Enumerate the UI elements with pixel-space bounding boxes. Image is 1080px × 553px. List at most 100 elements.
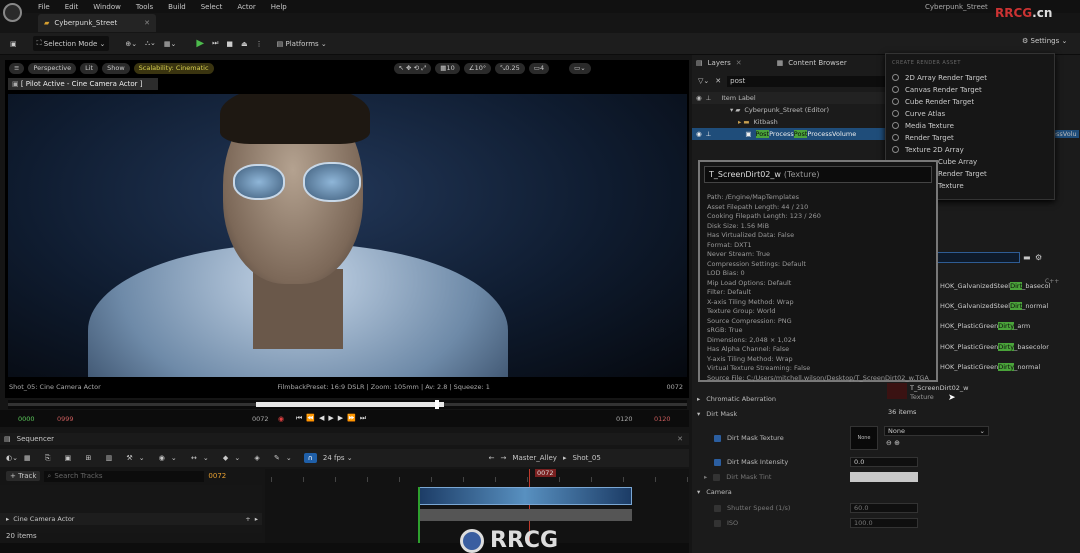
shot-clip-lower[interactable] bbox=[418, 509, 632, 521]
menu-edit[interactable]: Edit bbox=[65, 3, 79, 11]
close-icon[interactable]: ✕ bbox=[144, 19, 150, 27]
blueprint-icon[interactable]: ⛬⌄ bbox=[141, 36, 160, 51]
iso-field[interactable]: 100.0 bbox=[850, 518, 918, 528]
asset-actions-icons[interactable]: ⊖ ⊕ bbox=[886, 439, 900, 447]
snap-icon[interactable]: ∩ bbox=[303, 453, 317, 463]
menu-help[interactable]: Help bbox=[271, 3, 287, 11]
asset-row[interactable]: HOK_GalvanizedSteelDirt_basecol bbox=[940, 282, 1050, 290]
shutter-row[interactable]: Shutter Speed (1/s) bbox=[714, 502, 790, 514]
dm-intensity-field[interactable]: 0.0 bbox=[850, 457, 918, 467]
angle-snap-button[interactable]: ∠ 10° bbox=[463, 62, 492, 74]
folder-filter-icon[interactable]: ▬ bbox=[1023, 253, 1031, 262]
pin-icon[interactable]: ⊥ bbox=[706, 94, 712, 102]
pin-icon[interactable]: ⊥ bbox=[706, 130, 712, 138]
dm-texture-dropdown[interactable]: None ⌄ bbox=[884, 426, 989, 436]
play-icon[interactable]: ▶ bbox=[192, 36, 208, 51]
close-icon[interactable]: ✕ bbox=[677, 435, 683, 443]
search-tracks-input[interactable]: ⌕ Search Tracks bbox=[44, 470, 205, 482]
save-icon[interactable]: ▣ bbox=[6, 36, 21, 51]
transport-controls[interactable]: ⏮⏪◀▶▶⏩⏭ bbox=[296, 414, 370, 423]
filter-icon[interactable]: ▽⌄ bbox=[698, 77, 709, 85]
outliner-search-input[interactable]: post bbox=[727, 75, 887, 87]
menu-item-render-target[interactable]: Render Target bbox=[892, 132, 954, 143]
camera-section[interactable]: ▾ Camera bbox=[697, 486, 732, 498]
shot-clip[interactable] bbox=[418, 487, 632, 505]
level-tab[interactable]: ▰ Cyberpunk_Street ✕ bbox=[38, 14, 156, 32]
menu-select[interactable]: Select bbox=[201, 3, 223, 11]
iso-checkbox[interactable] bbox=[714, 519, 721, 527]
dm-intensity-checkbox[interactable] bbox=[714, 458, 721, 466]
shot-breadcrumb[interactable]: Shot_05 bbox=[572, 454, 600, 462]
start-frame[interactable]: 0000 bbox=[18, 415, 35, 423]
platforms-dropdown[interactable]: ▤ Platforms ⌄ bbox=[273, 36, 331, 51]
sequencer-tool-icons[interactable]: ▦ ⎘ ▣ ⊞ ▥ ⚒⌄ ◉⌄ ↔⌄ ◆⌄ ◈ ✎⌄ bbox=[24, 454, 298, 463]
show-button[interactable]: Show bbox=[102, 62, 130, 74]
start-frame-2[interactable]: 0999 bbox=[57, 415, 74, 423]
menu-item-curve-atlas[interactable]: Curve Atlas bbox=[892, 108, 945, 119]
eject-icon[interactable]: ⏏ bbox=[237, 36, 252, 51]
playback-range-bar[interactable] bbox=[8, 400, 687, 409]
asset-row[interactable]: HOK_PlasticGreenDirty_normal bbox=[940, 363, 1040, 371]
step-icon[interactable]: ⏭ bbox=[208, 36, 222, 51]
grid-snap-button[interactable]: ▦ 10 bbox=[435, 62, 460, 74]
cinematics-icon[interactable]: ▦⌄ bbox=[160, 36, 180, 51]
menu-file[interactable]: File bbox=[38, 3, 50, 11]
add-icon[interactable]: + bbox=[245, 515, 250, 523]
settings-button[interactable]: ⚙ Settings ⌄ bbox=[1022, 37, 1067, 45]
expand-icon[interactable]: ▸ bbox=[6, 515, 9, 523]
close-icon[interactable]: ✕ bbox=[736, 59, 742, 67]
asset-search-bar[interactable] bbox=[935, 252, 1020, 263]
fps-dropdown[interactable]: 24 fps ⌄ bbox=[323, 454, 353, 462]
menu-build[interactable]: Build bbox=[168, 3, 186, 11]
menu-item-2d-array-rt[interactable]: 2D Array Render Target bbox=[892, 72, 987, 83]
add-content-icon[interactable]: ⊕⌄ bbox=[121, 36, 141, 51]
menu-item-media-texture[interactable]: Media Texture bbox=[892, 120, 954, 131]
perspective-button[interactable]: Perspective bbox=[28, 62, 77, 74]
scale-snap-button[interactable]: ⤡ 0.25 bbox=[495, 62, 525, 74]
track-frame[interactable]: 0072 bbox=[208, 472, 226, 480]
scalability-badge[interactable]: Scalability: Cinematic bbox=[133, 62, 214, 74]
sequencer-tab[interactable]: ▤ Sequencer ✕ bbox=[0, 433, 689, 445]
master-breadcrumb[interactable]: Master_Alley bbox=[512, 454, 557, 462]
clear-search-icon[interactable]: ✕ bbox=[715, 77, 721, 85]
dm-texture-thumb[interactable]: None bbox=[850, 426, 878, 450]
dm-tint-swatch[interactable] bbox=[850, 472, 918, 482]
menu-item-texture-2d-array[interactable]: Texture 2D Array bbox=[892, 144, 964, 155]
menu-item-render-target-2[interactable]: Render Target bbox=[938, 168, 987, 179]
lit-button[interactable]: Lit bbox=[80, 62, 99, 74]
menu-item-cube-array[interactable]: Cube Array bbox=[938, 156, 977, 167]
current-frame[interactable]: 0072 bbox=[252, 415, 269, 423]
outliner-row-level[interactable]: ▾ ▰ Cyberpunk_Street (Editor) bbox=[692, 104, 885, 116]
dm-tint-row[interactable]: ▸ Dirt Mask Tint bbox=[704, 471, 771, 483]
menu-item-canvas-rt[interactable]: Canvas Render Target bbox=[892, 84, 982, 95]
settings-small-icon[interactable]: ⚙ bbox=[1035, 253, 1042, 262]
end-frame[interactable]: 0120 bbox=[616, 415, 633, 423]
menu-window[interactable]: Window bbox=[93, 3, 121, 11]
outliner-row-postprocess[interactable]: ◉ ⊥ ▣ PostProcessPostProcessVolume bbox=[692, 128, 885, 140]
stop-icon[interactable]: ■ bbox=[222, 36, 237, 51]
viewport-menu-button[interactable]: ≡ bbox=[9, 62, 25, 74]
dm-texture-checkbox[interactable] bbox=[714, 434, 721, 442]
menu-tools[interactable]: Tools bbox=[136, 3, 153, 11]
track-row-cine-camera[interactable]: ▸ Cine Camera Actor + ▸ bbox=[0, 513, 262, 525]
tab-content-browser[interactable]: Content Browser bbox=[788, 59, 846, 67]
sequence-options-icon[interactable]: ◐⌄ bbox=[6, 454, 18, 462]
play-options-icon[interactable]: ⋮ bbox=[252, 36, 267, 51]
record-icon[interactable]: ◉ bbox=[278, 415, 284, 423]
asset-row[interactable]: HOK_GalvanizedSteelDirt_normal bbox=[940, 302, 1048, 310]
asset-row[interactable]: HOK_PlasticGreenDirty_arm bbox=[940, 322, 1030, 330]
dm-intensity-row[interactable]: Dirt Mask Intensity bbox=[714, 456, 788, 468]
dirt-mask-section[interactable]: ▾ Dirt Mask bbox=[697, 408, 737, 420]
menu-item-texture[interactable]: Texture bbox=[938, 180, 964, 191]
selection-mode-dropdown[interactable]: ⛶ Selection Mode ⌄ bbox=[32, 36, 110, 51]
add-track-button[interactable]: + Track bbox=[6, 471, 41, 481]
menu-item-cube-rt[interactable]: Cube Render Target bbox=[892, 96, 974, 107]
shutter-field[interactable]: 60.0 bbox=[850, 503, 918, 513]
layout-icon[interactable]: ▭⌄ bbox=[569, 62, 591, 74]
nav-back-icon[interactable]: ← bbox=[489, 454, 495, 462]
dm-tint-checkbox[interactable] bbox=[713, 473, 721, 481]
playhead-knob[interactable] bbox=[435, 400, 439, 409]
tab-layers[interactable]: Layers bbox=[708, 59, 731, 67]
asset-row[interactable]: HOK_PlasticGreenDirty_basecolor bbox=[940, 343, 1049, 351]
iso-row[interactable]: ISO bbox=[714, 517, 738, 529]
